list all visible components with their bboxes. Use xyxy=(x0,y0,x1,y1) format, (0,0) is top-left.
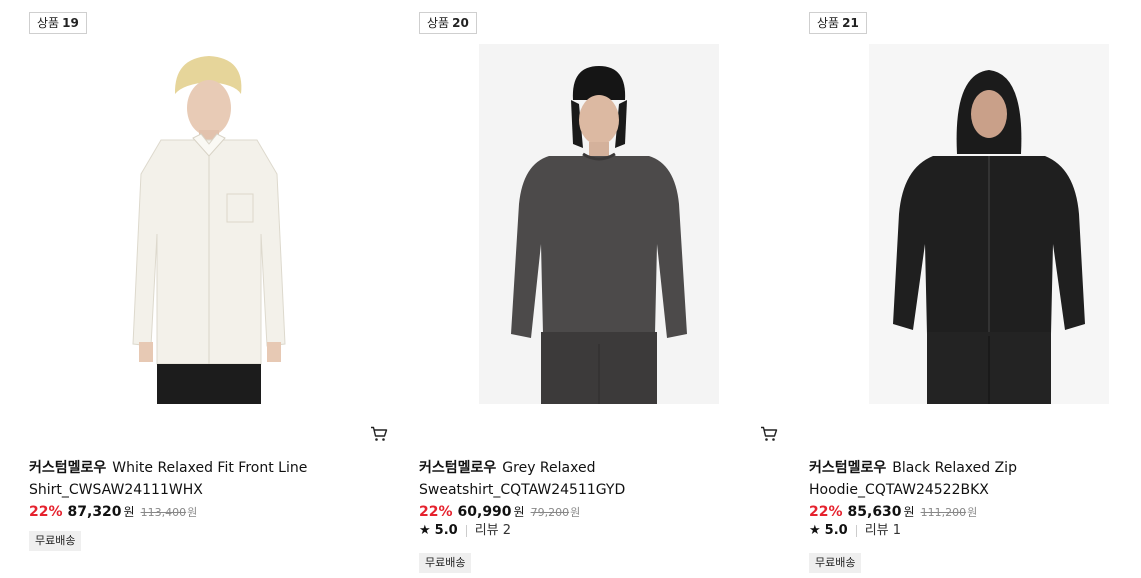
product-number-badge: 상품 21 xyxy=(809,12,867,34)
product-number-badge: 상품 19 xyxy=(29,12,87,34)
price-row: 22% 87,320 원 113,400원 xyxy=(29,502,197,523)
product-number-badge: 상품 20 xyxy=(419,12,477,34)
star-icon: ★ xyxy=(419,523,431,538)
product-name[interactable]: 커스텀멜로우 Grey Relaxed Sweatshirt_CQTAW24511… xyxy=(419,457,769,501)
badge-number: 20 xyxy=(452,16,469,30)
discount-rate: 22% xyxy=(419,504,453,520)
product-card[interactable]: 상품 21 커스텀멜로우 Black Relaxed Zip Hoodie_CQTA… xyxy=(761,0,1141,578)
brand-name: 커스텀멜로우 xyxy=(809,460,887,476)
currency-unit: 원 xyxy=(513,505,525,519)
badge-label: 상품 xyxy=(817,16,840,30)
product-name[interactable]: 커스텀멜로우 White Relaxed Fit Front Line Shirt… xyxy=(29,457,379,501)
add-to-cart-button[interactable] xyxy=(369,424,389,444)
product-card[interactable]: 상품 20 커스텀멜로우 Grey Relaxed Sweatshirt_CQTAW… xyxy=(371,0,799,578)
divider xyxy=(855,525,857,537)
free-shipping-tag: 무료배송 xyxy=(29,531,82,551)
price-row: 22% 85,630 원 111,200원 xyxy=(809,502,977,523)
badge-number: 21 xyxy=(842,16,859,30)
badge-number: 19 xyxy=(62,16,79,30)
discount-rate: 22% xyxy=(809,504,843,520)
rating-row: ★ 5.0 리뷰 2 xyxy=(419,521,511,541)
sale-price: 87,320 xyxy=(67,504,122,520)
star-icon: ★ xyxy=(809,523,821,538)
product-image[interactable] xyxy=(479,44,719,404)
badge-label: 상품 xyxy=(427,16,450,30)
cart-icon xyxy=(761,426,778,441)
rating-row: ★ 5.0 리뷰 1 xyxy=(809,521,901,541)
sale-price: 85,630 xyxy=(847,504,902,520)
add-to-cart-button[interactable] xyxy=(759,424,779,444)
free-shipping-tag: 무료배송 xyxy=(419,553,472,573)
product-name[interactable]: 커스텀멜로우 Black Relaxed Zip Hoodie_CQTAW2452… xyxy=(809,457,1141,501)
brand-name: 커스텀멜로우 xyxy=(29,460,107,476)
brand-name: 커스텀멜로우 xyxy=(419,460,497,476)
original-currency-unit: 원 xyxy=(187,506,198,519)
product-image[interactable] xyxy=(89,44,329,404)
original-price: 113,400 xyxy=(140,506,187,519)
original-price: 111,200 xyxy=(920,506,967,519)
currency-unit: 원 xyxy=(123,505,135,519)
original-currency-unit: 원 xyxy=(570,506,581,519)
product-card[interactable]: 상품 19 커스텀멜로우 White Relaxed Fit Front Line … xyxy=(29,0,409,578)
sale-price: 60,990 xyxy=(457,504,512,520)
review-count[interactable]: 리뷰 2 xyxy=(475,521,511,541)
review-count[interactable]: 리뷰 1 xyxy=(865,521,901,541)
product-image[interactable] xyxy=(869,44,1109,404)
original-currency-unit: 원 xyxy=(967,506,978,519)
currency-unit: 원 xyxy=(903,505,915,519)
price-row: 22% 60,990 원 79,200원 xyxy=(419,502,580,523)
rating-score: 5.0 xyxy=(434,523,458,538)
badge-label: 상품 xyxy=(37,16,60,30)
rating-score: 5.0 xyxy=(824,523,848,538)
discount-rate: 22% xyxy=(29,504,63,520)
cart-icon xyxy=(371,426,388,441)
original-price: 79,200 xyxy=(530,506,570,519)
product-grid: 상품 19 커스텀멜로우 White Relaxed Fit Front Line … xyxy=(0,0,1141,578)
free-shipping-tag: 무료배송 xyxy=(809,553,862,573)
divider xyxy=(465,525,467,537)
